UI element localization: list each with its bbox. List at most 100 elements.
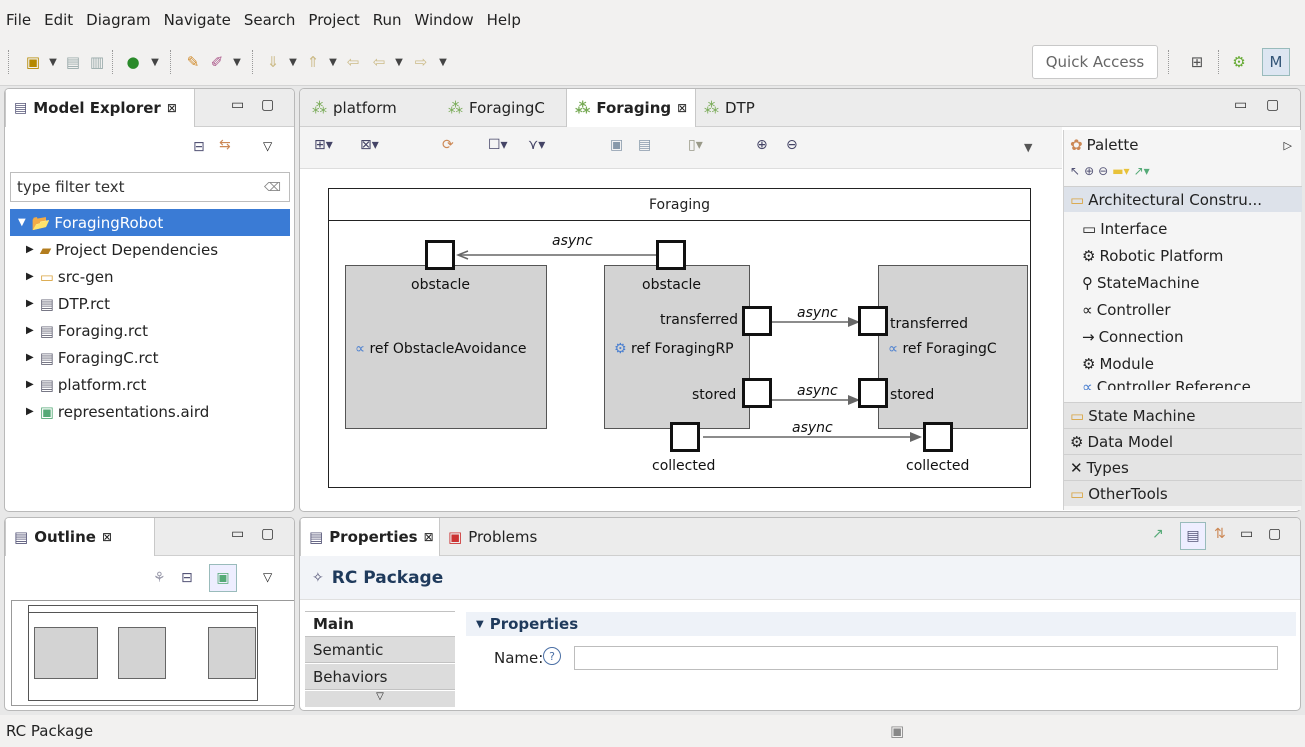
outline-title: Outline <box>34 528 96 546</box>
minimize-icon[interactable]: ▭ <box>231 526 244 542</box>
drawer-label: Data Model <box>1087 432 1174 451</box>
help-icon[interactable]: ? <box>543 647 561 665</box>
port-foraging-c-collected[interactable] <box>923 422 953 452</box>
port-label: collected <box>652 458 716 474</box>
arrow-right-icon: → <box>1082 328 1095 346</box>
connection-label: async <box>552 233 593 249</box>
block-ref-label: ∝ ref ObstacleAvoidance <box>355 341 527 357</box>
tab-problems[interactable]: ▣ Problems <box>440 518 545 556</box>
statemachine-icon: ⚲ <box>1082 274 1093 292</box>
palette-item-statemachine[interactable]: ⚲ StateMachine <box>1064 270 1302 296</box>
controller-icon: ∝ <box>1082 378 1093 390</box>
diagram-thumbnail[interactable] <box>11 600 294 706</box>
port-foraging-rp-collected[interactable] <box>670 422 700 452</box>
zoom-out-tool-icon[interactable]: ⊖ <box>1098 164 1108 178</box>
palette-item-label: Controller <box>1096 301 1171 319</box>
palette-tools-row: ↖ ⊕ ⊖ ▬▾ ↗▾ <box>1064 158 1302 184</box>
palette-item-label: Connection <box>1098 328 1184 346</box>
overview-outline-icon[interactable]: ▣ <box>209 564 237 592</box>
properties-heading-text: RC Package <box>331 567 444 588</box>
folder-icon: ▭ <box>1070 406 1085 425</box>
drawer-architectural[interactable]: ▭ Architectural Constru... <box>1064 186 1302 212</box>
properties-header: ▤ Properties ⊠ ▣ Problems ↗ ▤ ⇅ ▭ ▢ <box>300 518 1300 556</box>
port-foraging-rp-stored[interactable] <box>742 378 772 408</box>
palette-item-controller-reference[interactable]: ∝ Controller Reference <box>1064 378 1302 390</box>
data-model-icon: ⚙ <box>1070 432 1084 451</box>
port-foraging-rp-obstacle[interactable] <box>656 240 686 270</box>
thumbnail-block <box>208 627 256 679</box>
palette-item-label: Robotic Platform <box>1099 247 1224 265</box>
close-icon[interactable]: ⊠ <box>102 530 112 544</box>
port-foraging-c-transferred[interactable] <box>858 306 888 336</box>
minimize-icon[interactable]: ▭ <box>1240 526 1253 542</box>
palette-item-interface[interactable]: ▭ Interface <box>1064 216 1302 242</box>
interface-icon: ▭ <box>1082 220 1097 238</box>
controller-icon: ∝ <box>1082 301 1093 319</box>
connection-label: async <box>792 420 833 436</box>
side-tab-semantic[interactable]: Semantic <box>305 637 455 663</box>
port-label: stored <box>890 387 935 403</box>
name-field[interactable] <box>574 646 1278 670</box>
drawer-label: OtherTools <box>1088 484 1168 503</box>
port-obstacle-avoidance-obstacle[interactable] <box>425 240 455 270</box>
tab-outline[interactable]: ▤ Outline ⊠ <box>5 518 155 556</box>
side-tab-behaviors[interactable]: Behaviors <box>305 664 455 690</box>
view-menu-icon[interactable]: ▽ <box>263 570 272 584</box>
controller-icon: ∝ <box>355 341 370 357</box>
tree-outline-icon[interactable]: ⊟ <box>181 570 193 586</box>
palette-panel: ✿ Palette ▷ ↖ ⊕ ⊖ ▬▾ ↗▾ ▭ Architectural … <box>1063 130 1302 510</box>
tools-icon: ✕ <box>1070 458 1083 477</box>
block-ref-text: ref ObstacleAvoidance <box>369 341 527 357</box>
palette-item-module[interactable]: ⚙ Module <box>1064 351 1302 377</box>
collapse-arrow-icon[interactable]: ▼ <box>476 619 484 630</box>
collapse-palette-icon[interactable]: ▷ <box>1284 139 1292 152</box>
show-tree-icon[interactable]: ⚘ <box>153 570 166 586</box>
drawer-types[interactable]: ✕ Types <box>1064 454 1302 480</box>
port-label: stored <box>692 387 737 403</box>
folder-icon: ▭ <box>1070 484 1085 503</box>
thumbnail-block <box>118 627 166 679</box>
outline-panel: ▤ Outline ⊠ ▭ ▢ ⚘ ⊟ ▣ ▽ <box>4 517 295 711</box>
select-tool-icon[interactable]: ↖ <box>1070 164 1080 178</box>
pin-view-icon[interactable]: ↗ <box>1152 526 1164 542</box>
thumbnail-block <box>34 627 98 679</box>
show-advanced-icon[interactable]: ⇅ <box>1214 526 1226 542</box>
port-foraging-c-stored[interactable] <box>858 378 888 408</box>
palette-item-controller[interactable]: ∝ Controller <box>1064 297 1302 323</box>
port-label: transferred <box>890 316 968 332</box>
maximize-icon[interactable]: ▢ <box>261 526 274 542</box>
drawer-label: Architectural Constru... <box>1088 190 1263 209</box>
close-icon[interactable]: ⊠ <box>424 530 434 544</box>
block-ref-label: ⚙ ref ForagingRP <box>614 341 734 357</box>
status-icon: ▣ <box>890 722 905 740</box>
palette-item-label: Controller Reference <box>1096 378 1251 390</box>
drawer-state-machine[interactable]: ▭ State Machine <box>1064 402 1302 428</box>
link-tool-icon[interactable]: ↗▾ <box>1134 164 1150 178</box>
tab-properties[interactable]: ▤ Properties ⊠ <box>300 518 440 556</box>
zoom-in-tool-icon[interactable]: ⊕ <box>1084 164 1094 178</box>
palette-header: ✿ Palette ▷ <box>1064 132 1302 158</box>
show-categories-icon[interactable]: ▤ <box>1180 522 1206 550</box>
port-foraging-rp-transferred[interactable] <box>742 306 772 336</box>
port-label: obstacle <box>411 277 471 293</box>
palette-item-label: Module <box>1099 355 1154 373</box>
palette-item-label: StateMachine <box>1097 274 1200 292</box>
tab-label: Problems <box>468 528 538 546</box>
robotic-platform-icon: ⚙ <box>1082 247 1096 265</box>
maximize-icon[interactable]: ▢ <box>1268 526 1281 542</box>
drawer-label: Types <box>1086 458 1129 477</box>
port-label: obstacle <box>642 277 702 293</box>
thumbnail-title-bar <box>28 605 258 613</box>
note-tool-icon[interactable]: ▬▾ <box>1112 164 1129 178</box>
connection-label: async <box>797 305 838 321</box>
side-tab-main[interactable]: Main <box>305 611 455 637</box>
scroll-down-icon[interactable]: ▽ <box>305 691 455 707</box>
drawer-data-model[interactable]: ⚙ Data Model <box>1064 428 1302 454</box>
palette-item-robotic-platform[interactable]: ⚙ Robotic Platform <box>1064 243 1302 269</box>
properties-section-header[interactable]: ▼ Properties <box>466 612 1296 636</box>
block-ref-text: ref ForagingRP <box>631 341 734 357</box>
palette-item-connection[interactable]: → Connection <box>1064 324 1302 350</box>
problems-icon: ▣ <box>448 528 463 546</box>
drawer-other-tools[interactable]: ▭ OtherTools <box>1064 480 1302 506</box>
name-label: Name: <box>494 649 544 667</box>
